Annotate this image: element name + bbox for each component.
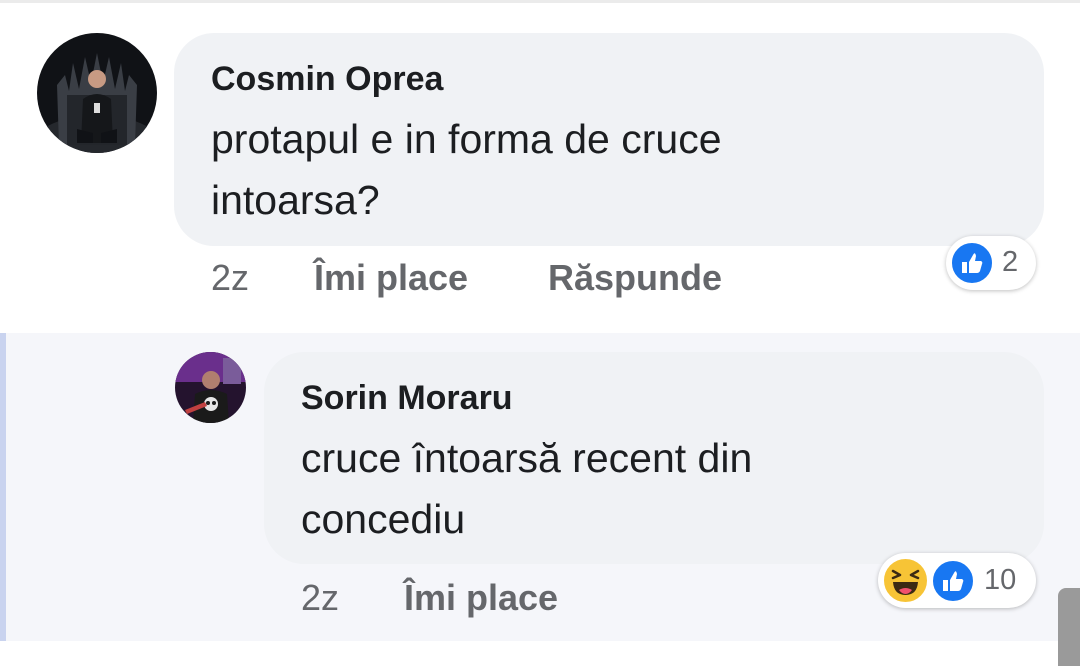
reply-thread-indicator: [0, 333, 6, 641]
like-button[interactable]: Îmi place: [404, 577, 558, 619]
comment-text-line: concediu: [301, 496, 466, 542]
comment-text-line: intoarsa?: [211, 177, 380, 223]
comment-time: 2z: [301, 577, 340, 618]
haha-icon: [881, 556, 930, 605]
comment-time: 2z: [211, 257, 250, 298]
avatar-cosmin-oprea[interactable]: [37, 33, 157, 153]
comment-text-line: cruce întoarsă recent din: [301, 435, 753, 481]
reaction-count: 10: [984, 564, 1017, 596]
avatar-sorin-moraru[interactable]: [175, 352, 246, 423]
comment-author[interactable]: Cosmin Oprea: [211, 60, 443, 99]
reaction-count: 2: [1002, 246, 1019, 278]
reply-button[interactable]: Răspunde: [548, 257, 722, 299]
like-button[interactable]: Îmi place: [314, 257, 468, 299]
bottom-strip: [0, 641, 1080, 666]
reaction-summary[interactable]: 2: [946, 236, 1036, 290]
reaction-summary[interactable]: 10: [878, 553, 1036, 608]
comment-author[interactable]: Sorin Moraru: [301, 379, 513, 418]
scrollbar-thumb[interactable]: [1058, 588, 1080, 666]
like-icon: [930, 558, 976, 604]
like-icon: [949, 240, 995, 286]
comment-text-line: protapul e in forma de cruce: [211, 116, 722, 162]
